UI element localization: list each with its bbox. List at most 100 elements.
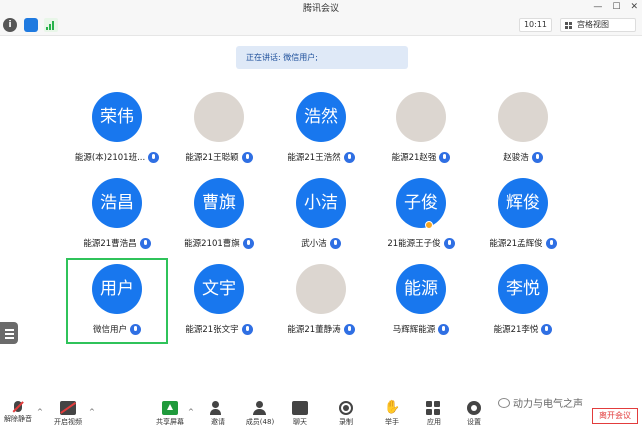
window-controls: — ☐ ✕ (593, 0, 638, 14)
members-label: 成员(48) (245, 418, 275, 426)
leave-meeting-button[interactable]: 离开会议 (592, 408, 638, 424)
record-button[interactable]: 录制 (324, 398, 368, 430)
avatar: 用户 (92, 264, 142, 314)
signal-icon[interactable] (44, 18, 58, 32)
info-icon[interactable]: i (3, 18, 17, 32)
participant-tile[interactable]: 能源 马辉辉能源 (370, 258, 472, 344)
participant-tile[interactable]: 子俊 21能源王子俊 (370, 172, 472, 258)
participant-name: 赵骏浩 (503, 153, 529, 163)
camera-off-icon (60, 401, 76, 415)
share-screen-icon (162, 401, 178, 415)
start-video-button[interactable]: 开启视频 (46, 398, 90, 430)
chevron-up-icon[interactable]: ^ (89, 408, 95, 416)
participant-name: 能源21董静涛 (287, 325, 341, 335)
title-bar: 腾讯会议 — ☐ ✕ (0, 0, 642, 14)
shield-icon[interactable] (24, 18, 38, 32)
hand-icon: ✋ (384, 400, 401, 415)
invite-icon (210, 401, 226, 415)
mic-icon (242, 237, 254, 249)
chat-icon (292, 401, 308, 415)
view-mode-button[interactable]: 宫格视图 (560, 18, 636, 32)
share-screen-button[interactable]: 共享屏幕 (148, 398, 192, 430)
participant-tile[interactable]: 赵骏浩 (472, 86, 574, 172)
participant-name: 能源2101曹旗 (184, 239, 240, 249)
invite-button[interactable]: 邀请 (196, 398, 240, 430)
chat-label: 聊天 (293, 418, 307, 426)
mic-icon (541, 323, 553, 335)
participant-name: 能源21孟辉俊 (489, 239, 543, 249)
chevron-up-icon[interactable]: ^ (188, 408, 194, 416)
participant-tile[interactable]: 能源21王聪颖 (168, 86, 270, 172)
gear-icon (467, 401, 481, 415)
mic-icon (329, 237, 341, 249)
mic-icon (439, 151, 451, 163)
side-panel-handle[interactable] (0, 322, 18, 344)
avatar: 辉俊 (498, 178, 548, 228)
apps-label: 应用 (427, 418, 441, 426)
members-button[interactable]: 成员(48) (238, 398, 282, 430)
mic-icon (241, 151, 253, 163)
participant-name: 能源21李悦 (493, 325, 539, 335)
mic-icon (443, 237, 455, 249)
window-title: 腾讯会议 (302, 4, 339, 14)
members-icon (252, 401, 268, 415)
participant-name: 能源21曹浩昌 (83, 239, 137, 249)
participant-tile[interactable]: 浩然 能源21王浩然 (270, 86, 372, 172)
mic-icon (545, 237, 557, 249)
meeting-top-bar: i 10:11 宫格视图 (0, 14, 642, 36)
raise-hand-label: 举手 (385, 418, 399, 426)
mic-icon (148, 151, 160, 163)
avatar: 子俊 (396, 178, 446, 228)
participant-tile[interactable]: 李悦 能源21李悦 (472, 258, 574, 344)
avatar: 浩然 (296, 92, 346, 142)
avatar: 浩昌 (92, 178, 142, 228)
settings-button[interactable]: 设置 (452, 398, 496, 430)
mic-icon (343, 323, 355, 335)
unmute-label: 解除静音 (4, 415, 32, 423)
participant-tile-active-speaker[interactable]: 用户 微信用户 (66, 258, 168, 344)
apps-icon (426, 401, 442, 415)
participant-name: 马辉辉能源 (392, 325, 436, 335)
avatar (296, 264, 346, 314)
watermark: 动力与电气之声 (498, 395, 583, 410)
participant-name: 能源21王聪颖 (185, 153, 239, 163)
mic-icon (130, 323, 141, 335)
unmute-button[interactable]: 解除静音 (0, 398, 40, 430)
avatar (498, 92, 548, 142)
host-badge-icon (425, 221, 433, 229)
close-button[interactable]: ✕ (630, 2, 638, 12)
avatar: 文宇 (194, 264, 244, 314)
participant-tile[interactable]: 小洁 武小洁 (270, 172, 372, 258)
mic-icon (343, 151, 355, 163)
settings-label: 设置 (467, 418, 481, 426)
grid-view-icon (565, 22, 573, 29)
raise-hand-button[interactable]: ✋ 举手 (370, 398, 414, 430)
invite-label: 邀请 (211, 418, 225, 426)
participant-name: 武小洁 (301, 239, 327, 249)
avatar: 小洁 (296, 178, 346, 228)
avatar: 能源 (396, 264, 446, 314)
participant-tile[interactable]: 浩昌 能源21曹浩昌 (66, 172, 168, 258)
share-label: 共享屏幕 (156, 418, 184, 426)
video-label: 开启视频 (54, 418, 82, 426)
maximize-button[interactable]: ☐ (612, 2, 620, 12)
participant-tile[interactable]: 能源21董静涛 (270, 258, 372, 344)
participant-tile[interactable]: 能源21赵强 (370, 86, 472, 172)
speaking-banner: 正在讲话: 微信用户; (236, 46, 408, 69)
chevron-up-icon[interactable]: ^ (37, 408, 43, 416)
participant-tile[interactable]: 曹旗 能源2101曹旗 (168, 172, 270, 258)
participant-name: 能源21王浩然 (287, 153, 341, 163)
avatar: 李悦 (498, 264, 548, 314)
minimize-button[interactable]: — (593, 2, 602, 12)
participant-name: 21能源王子俊 (387, 239, 441, 249)
participant-tile[interactable]: 辉俊 能源21孟辉俊 (472, 172, 574, 258)
chat-button[interactable]: 聊天 (278, 398, 322, 430)
apps-button[interactable]: 应用 (412, 398, 456, 430)
mic-icon (241, 323, 253, 335)
record-label: 录制 (339, 418, 353, 426)
participant-tile[interactable]: 荣伟 能源(本)2101班... (66, 86, 168, 172)
view-mode-label: 宫格视图 (577, 20, 609, 29)
participant-tile[interactable]: 文宇 能源21张文宇 (168, 258, 270, 344)
avatar: 曹旗 (194, 178, 244, 228)
mic-icon (139, 237, 151, 249)
